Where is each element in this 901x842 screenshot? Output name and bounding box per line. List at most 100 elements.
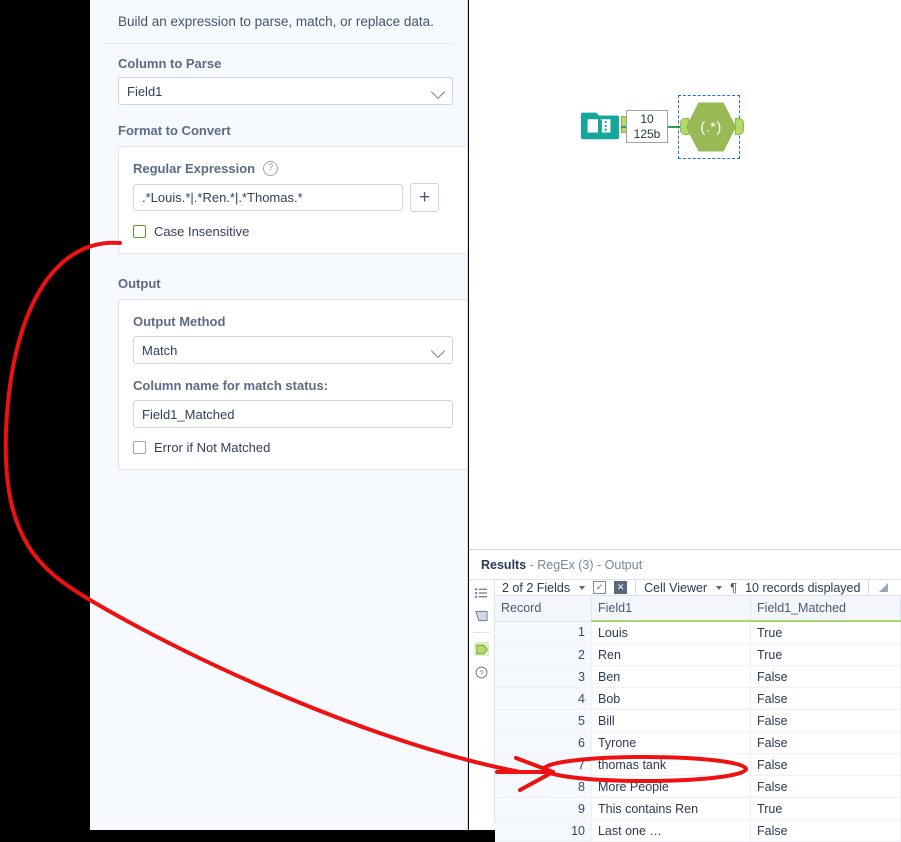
output-group: Output Method Match Column name for matc… [118, 299, 468, 470]
help-icon[interactable]: ? [474, 665, 489, 679]
regular-expression-label-row: Regular Expression ? [133, 161, 453, 176]
column-to-parse-value: Field1 [127, 83, 163, 99]
checkbox-check-icon[interactable]: ✓ [593, 581, 607, 594]
cell-field1: Bob [591, 687, 752, 710]
cell-matched: False [750, 775, 901, 798]
case-insensitive-checkbox[interactable] [133, 225, 146, 238]
toolbar-divider [868, 580, 870, 595]
output-anchor-icon[interactable] [474, 642, 489, 656]
connection-size: 125b [633, 127, 661, 141]
column-header-field1-matched[interactable]: Field1_Matched [750, 596, 901, 622]
case-insensitive-row[interactable]: Case Insensitive [117, 220, 453, 244]
svg-text:?: ? [479, 668, 483, 677]
table-row[interactable]: 4 Bob False [495, 687, 901, 710]
question-mark-icon[interactable]: ? [263, 161, 279, 176]
cell-field1: Bill [591, 709, 752, 732]
cell-record: 6 [495, 731, 592, 754]
cell-field1: Tyrone [591, 731, 752, 754]
output-method-label: Output Method [133, 314, 226, 329]
cell-matched: True [750, 621, 901, 644]
cell-matched: False [750, 819, 901, 842]
column-header-field1[interactable]: Field1 [591, 596, 752, 622]
error-if-not-matched-checkbox[interactable] [133, 441, 146, 454]
book-icon [581, 112, 619, 140]
cell-record: 2 [495, 643, 592, 666]
table-row-highlighted[interactable]: 7 thomas tank False [495, 753, 901, 776]
table-row[interactable]: 2 Ren True [495, 643, 901, 666]
format-to-convert-group: Regular Expression ? .*Louis.*|.*Ren.*|.… [117, 146, 468, 254]
cell-matched: True [750, 797, 901, 820]
connection-label[interactable]: 10 125b [626, 110, 668, 143]
cell-record: 4 [495, 687, 592, 710]
intro-text: Build an expression to parse, match, or … [118, 14, 434, 29]
table-row[interactable]: 5 Bill False [495, 709, 901, 732]
add-expression-button[interactable]: + [410, 183, 439, 212]
column-to-parse-label: Column to Parse [118, 56, 222, 71]
column-to-parse-select[interactable]: Field1 [118, 77, 453, 105]
results-body: ? 2 of 2 Fields ✓ ✕ Cell Viewer ¶ 10 rec… [469, 580, 901, 842]
cell-field1: More People [591, 775, 752, 798]
column-name-input[interactable]: Field1_Matched [133, 400, 453, 428]
rail-divider [473, 632, 490, 633]
cell-matched: True [750, 643, 901, 666]
cell-matched: False [750, 687, 901, 710]
table-row[interactable]: 6 Tyrone False [495, 731, 901, 754]
output-method-value: Match [142, 342, 178, 358]
cell-record: 5 [495, 709, 592, 732]
results-pane: Results - RegEx (3) - Output ? 2 of 2 Fi… [469, 549, 901, 842]
fields-count-label[interactable]: 2 of 2 Fields [502, 581, 570, 595]
cell-matched: False [750, 731, 901, 754]
regex-input[interactable]: .*Louis.*|.*Ren.*|.*Thomas.* [133, 184, 403, 211]
results-toolbar: 2 of 2 Fields ✓ ✕ Cell Viewer ¶ 10 recor… [495, 580, 901, 596]
list-icon[interactable] [474, 586, 489, 600]
configuration-panel: Build an expression to parse, match, or … [90, 0, 468, 830]
records-displayed-label: 10 records displayed [745, 580, 861, 595]
cell-record: 9 [495, 797, 592, 820]
results-title-bold: Results [481, 558, 527, 572]
regex-input-row: .*Louis.*|.*Ren.*|.*Thomas.* + [133, 183, 453, 212]
toolbar-divider [635, 580, 637, 595]
workflow-canvas[interactable]: 10 125b (.*) [469, 0, 901, 549]
chevron-down-icon [430, 343, 446, 359]
table-body: 1 Louis True 2 Ren True 3 Ben False 4 Bob False … [495, 621, 901, 842]
left-gutter [0, 0, 90, 830]
text-input-node[interactable] [581, 105, 630, 143]
table-row[interactable]: 9 This contains Ren True [495, 797, 901, 820]
cell-matched: False [750, 753, 901, 776]
results-table[interactable]: Record Field1 Field1_Matched 1 Louis True … [495, 596, 901, 842]
table-header-row: Record Field1 Field1_Matched [495, 596, 901, 622]
error-if-not-matched-row[interactable]: Error if Not Matched [133, 440, 453, 455]
regex-output-anchor-icon[interactable] [735, 118, 744, 135]
cell-record: 8 [495, 775, 592, 798]
cell-matched: False [750, 709, 901, 732]
cell-field1: Louis [591, 621, 752, 644]
pilcrow-icon[interactable]: ¶ [730, 580, 737, 595]
resize-corner-icon[interactable] [879, 583, 889, 592]
cell-matched: False [750, 665, 901, 688]
chevron-down-icon[interactable] [716, 585, 723, 590]
chevron-down-icon [430, 84, 446, 100]
cell-viewer-label[interactable]: Cell Viewer [644, 581, 707, 595]
divider [104, 43, 453, 44]
table-row[interactable]: 1 Louis True [495, 621, 901, 644]
table-row[interactable]: 8 More People False [495, 775, 901, 798]
chevron-down-icon[interactable] [579, 585, 586, 590]
output-method-select[interactable]: Match [133, 336, 453, 364]
checkbox-x-icon[interactable]: ✕ [614, 581, 628, 594]
format-to-convert-label: Format to Convert [118, 123, 231, 138]
table-row[interactable]: 10 Last one … False [495, 819, 901, 842]
column-header-record[interactable]: Record [495, 596, 592, 622]
column-name-label: Column name for match status: [133, 378, 329, 393]
cell-record: 7 [495, 753, 592, 776]
cell-field1: Ren [591, 643, 752, 666]
cell-field1: thomas tank [591, 753, 752, 776]
error-if-not-matched-label: Error if Not Matched [154, 440, 271, 455]
cell-field1: This contains Ren [591, 797, 752, 820]
case-insensitive-label: Case Insensitive [154, 224, 250, 239]
results-title-rest: - RegEx (3) - Output [529, 558, 643, 572]
results-grid-area: 2 of 2 Fields ✓ ✕ Cell Viewer ¶ 10 recor… [495, 580, 901, 842]
regular-expression-label: Regular Expression [133, 161, 256, 176]
panel-icon[interactable] [474, 609, 489, 623]
table-row[interactable]: 3 Ben False [495, 665, 901, 688]
connection-record-count: 10 [640, 112, 654, 126]
